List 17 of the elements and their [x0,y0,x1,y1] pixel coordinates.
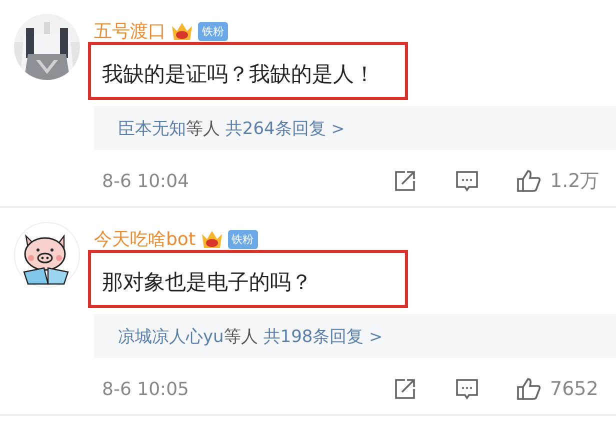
like-count: 7652 [550,378,600,400]
like-icon[interactable] [516,169,542,193]
share-icon[interactable] [392,377,418,401]
replies-link[interactable]: 凉城凉人心yu等人 共198条回复 > [94,314,616,358]
like-icon[interactable] [516,377,542,401]
comment-time: 8-6 10:04 [102,170,189,192]
comment-text: 那对象也是电子的吗？ [102,269,312,296]
comment-icon[interactable] [454,169,480,193]
comment-text: 我缺的是证吗？我缺的是人！ [102,61,375,88]
replies-link[interactable]: 臣本无知等人 共264条回复 > [94,106,616,150]
comment-time: 8-6 10:05 [102,378,189,400]
fan-badge: 铁粉 [228,230,258,248]
like-count: 1.2万 [550,169,600,194]
comment-icon[interactable] [454,377,480,401]
share-icon[interactable] [392,169,418,193]
pig-avatar-icon [14,222,80,288]
fan-badge: 铁粉 [198,22,228,40]
